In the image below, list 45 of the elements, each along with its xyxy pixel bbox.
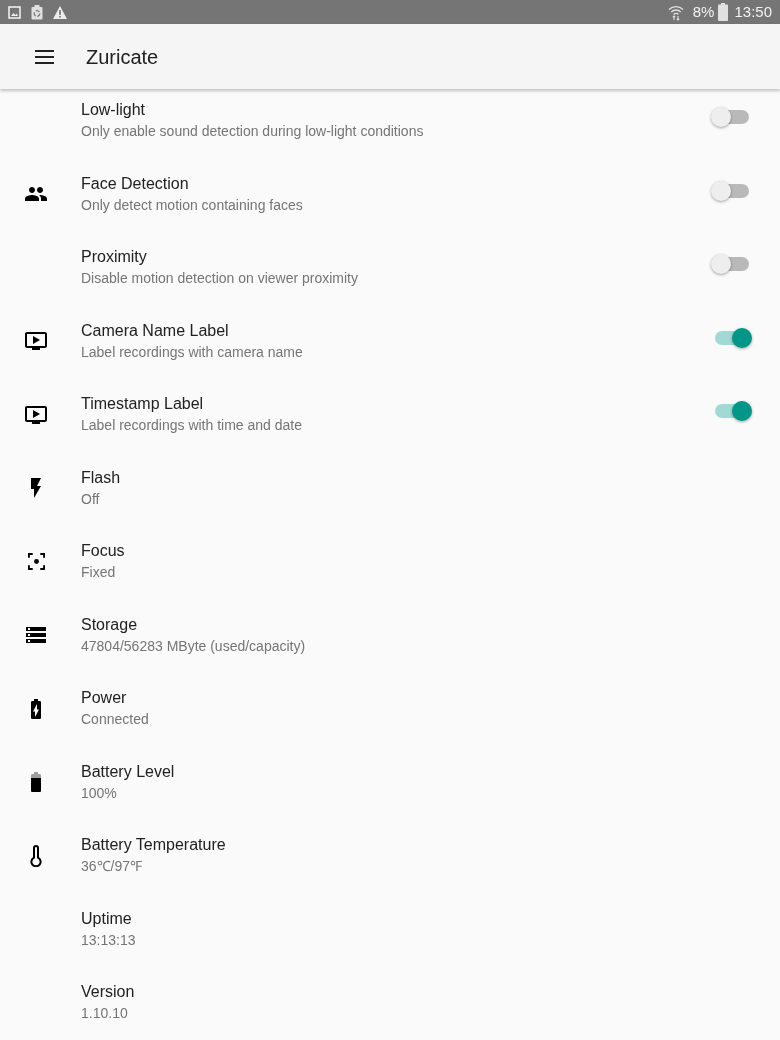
setting-title: Battery Level (81, 761, 176, 782)
focus-icon (27, 553, 45, 571)
setting-summary: Fixed (81, 563, 117, 583)
flash-icon (31, 478, 41, 499)
setting-title: Flash (81, 467, 122, 488)
setting-title: Uptime (81, 908, 133, 929)
setting-summary: 13:13:13 (81, 930, 137, 950)
setting-summary: Disable motion detection on viewer proximity (81, 269, 359, 289)
clock-time: 13:50 (734, 3, 772, 21)
setting-summary: Only enable sound detection during low-light conditions (81, 122, 425, 142)
setting-summary: Label recordings with camera name (81, 342, 304, 362)
setting-summary: 47804/56283 MByte (used/capacity) (81, 636, 307, 656)
setting-summary: 36℃/97℉ (81, 857, 144, 877)
setting-summary: Off (81, 489, 101, 509)
setting-title: Low-light (81, 100, 147, 121)
setting-summary: 100% (81, 783, 118, 803)
setting-title: Battery Temperature (81, 835, 227, 856)
thermometer-icon (30, 844, 42, 868)
video-screen-icon (25, 332, 47, 351)
battery-percent: 8% (692, 3, 715, 21)
setting-title: Storage (81, 614, 139, 635)
battery-icon (718, 3, 729, 21)
setting-title: Version (81, 982, 136, 1003)
people-icon (25, 187, 47, 202)
menu-icon (35, 49, 54, 64)
setting-title: Camera Name Label (81, 320, 230, 341)
setting-summary: 1.10.10 (81, 1004, 129, 1024)
setting-title: Face Detection (81, 173, 190, 194)
setting-summary: Only detect motion containing faces (81, 195, 304, 215)
storage-icon (26, 627, 46, 644)
menu-button[interactable] (35, 49, 54, 64)
app-title: Zuricate (86, 44, 159, 69)
warning-icon (53, 5, 67, 19)
setting-title: Proximity (81, 247, 148, 268)
setting-summary: Label recordings with time and date (81, 416, 304, 436)
video-screen-icon (25, 405, 47, 424)
setting-summary: Connected (81, 710, 150, 730)
battery-charging-icon (31, 698, 41, 719)
setting-title: Timestamp Label (81, 394, 205, 415)
setting-title: Power (81, 688, 128, 709)
image-icon (8, 5, 21, 19)
battery-recycle-icon (31, 4, 43, 20)
wifi-icon (667, 3, 684, 21)
battery-icon (31, 772, 41, 793)
setting-title: Focus (81, 541, 126, 562)
